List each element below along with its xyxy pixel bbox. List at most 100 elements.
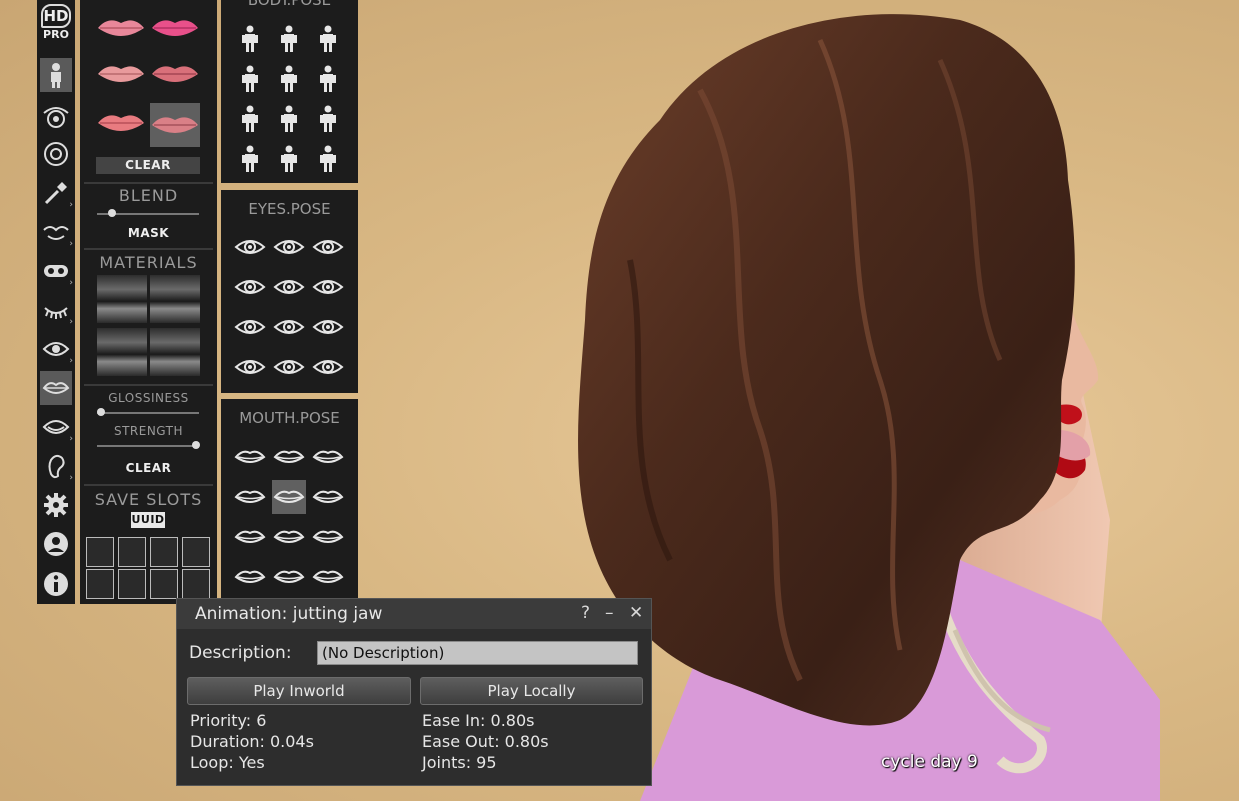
eye-tool-icon[interactable]: › bbox=[40, 332, 73, 366]
body-pose-icon-5[interactable] bbox=[272, 62, 306, 96]
mouth-pose-icon-7[interactable] bbox=[233, 520, 267, 554]
strength-label: STRENGTH bbox=[113, 424, 184, 438]
save-slot-8[interactable] bbox=[182, 569, 210, 599]
ease-in-value: Ease In: 0.80s bbox=[422, 711, 535, 730]
mask-tool-icon[interactable]: › bbox=[40, 254, 73, 288]
glossiness-slider-knob[interactable] bbox=[97, 408, 105, 416]
loop-value: Loop: Yes bbox=[190, 753, 265, 772]
body-pose-icon-12[interactable] bbox=[311, 142, 345, 176]
body-pose-icon-4[interactable] bbox=[233, 62, 267, 96]
info-icon[interactable] bbox=[40, 567, 72, 601]
strength-slider-track[interactable] bbox=[97, 445, 199, 447]
mouth-pose-icon-6[interactable] bbox=[311, 480, 345, 514]
face-tone-tool-icon[interactable] bbox=[40, 137, 72, 171]
description-label: Description: bbox=[189, 643, 292, 663]
floater-title: Animation: jutting jaw bbox=[195, 604, 383, 624]
lips-tool-icon[interactable] bbox=[40, 371, 72, 405]
logo-pro-text: PRO bbox=[43, 28, 69, 41]
mask-button[interactable]: MASK bbox=[80, 226, 217, 240]
body-pose-title: BODY.POSE bbox=[247, 0, 332, 9]
mouth-pose-icon-2[interactable] bbox=[272, 440, 306, 474]
profile-icon[interactable] bbox=[40, 527, 72, 561]
minimize-button[interactable]: – bbox=[605, 603, 614, 623]
mouth-pose-icon-1[interactable] bbox=[233, 440, 267, 474]
settings-gear-icon[interactable] bbox=[40, 488, 72, 522]
clear-materials-button[interactable]: CLEAR bbox=[80, 461, 217, 475]
lip-swatch-4[interactable] bbox=[150, 58, 200, 90]
save-slot-3[interactable] bbox=[150, 537, 178, 567]
save-slot-4[interactable] bbox=[182, 537, 210, 567]
glossiness-label: GLOSSINESS bbox=[108, 391, 189, 405]
lip-swatch-6-selected[interactable] bbox=[150, 103, 200, 147]
save-slot-2[interactable] bbox=[118, 537, 146, 567]
eye-pose-icon-8[interactable] bbox=[272, 310, 306, 344]
mouth-pose-icon-5[interactable] bbox=[272, 480, 306, 514]
eye-pose-icon-6[interactable] bbox=[311, 270, 345, 304]
material-tile-3[interactable] bbox=[97, 328, 147, 376]
glossiness-slider-track[interactable] bbox=[97, 412, 199, 414]
body-pose-icon-10[interactable] bbox=[233, 142, 267, 176]
save-slot-1[interactable] bbox=[86, 537, 114, 567]
mouth-pose-icon-9[interactable] bbox=[311, 520, 345, 554]
body-pose-icon-9[interactable] bbox=[311, 102, 345, 136]
save-slots-heading: SAVE SLOTS bbox=[94, 490, 203, 509]
body-pose-icon-6[interactable] bbox=[311, 62, 345, 96]
body-pose-icon-11[interactable] bbox=[272, 142, 306, 176]
play-inworld-button[interactable]: Play Inworld bbox=[187, 677, 411, 705]
eye-pose-icon-7[interactable] bbox=[233, 310, 267, 344]
description-input[interactable] bbox=[317, 641, 638, 665]
mouth-pose-icon-10[interactable] bbox=[233, 560, 267, 594]
eye-pose-icon-1[interactable] bbox=[233, 230, 267, 264]
cycle-day-label: cycle day 9 bbox=[881, 752, 978, 772]
eyelashes-tool-icon[interactable]: › bbox=[40, 293, 73, 327]
mouth-pose-icon-3[interactable] bbox=[311, 440, 345, 474]
body-pose-icon-2[interactable] bbox=[272, 22, 306, 56]
eyes-pose-title: EYES.POSE bbox=[248, 200, 331, 218]
clear-lips-button[interactable]: CLEAR bbox=[96, 157, 200, 174]
floater-titlebar[interactable]: Animation: jutting jaw ? – ✕ bbox=[177, 599, 651, 629]
material-tile-2[interactable] bbox=[150, 275, 200, 323]
save-slot-7[interactable] bbox=[150, 569, 178, 599]
body-pose-icon-8[interactable] bbox=[272, 102, 306, 136]
strength-slider-knob[interactable] bbox=[192, 441, 200, 449]
lip-swatch-5[interactable] bbox=[96, 107, 146, 139]
body-pose-icon-7[interactable] bbox=[233, 102, 267, 136]
help-button[interactable]: ? bbox=[581, 603, 590, 623]
material-tile-4[interactable] bbox=[150, 328, 200, 376]
mouth-pose-icon-12[interactable] bbox=[311, 560, 345, 594]
mouth-tool-icon[interactable]: › bbox=[40, 410, 73, 444]
eye-pose-icon-12[interactable] bbox=[311, 350, 345, 384]
save-slot-6[interactable] bbox=[118, 569, 146, 599]
hd-pro-logo[interactable]: HD PRO bbox=[39, 2, 73, 50]
body-pose-panel: BODY.POSE bbox=[221, 0, 358, 183]
hud-tool-strip: HD PRO › › › › › › › bbox=[37, 0, 75, 604]
lip-swatch-1[interactable] bbox=[96, 12, 146, 44]
body-pose-icon-1[interactable] bbox=[233, 22, 267, 56]
eye-pose-icon-5[interactable] bbox=[272, 270, 306, 304]
eye-pose-icon-4[interactable] bbox=[233, 270, 267, 304]
ear-tool-icon[interactable]: › bbox=[40, 449, 73, 483]
eye-pose-icon-10[interactable] bbox=[233, 350, 267, 384]
body-skin-tool-icon[interactable] bbox=[40, 58, 72, 92]
blend-slider-knob[interactable] bbox=[108, 209, 116, 217]
play-locally-button[interactable]: Play Locally bbox=[420, 677, 643, 705]
lip-swatch-2[interactable] bbox=[150, 12, 200, 44]
mouth-pose-icon-8[interactable] bbox=[272, 520, 306, 554]
lip-swatch-3[interactable] bbox=[96, 58, 146, 90]
uuid-button[interactable]: UUID bbox=[131, 512, 165, 528]
mouth-pose-icon-11[interactable] bbox=[272, 560, 306, 594]
material-tile-1[interactable] bbox=[97, 275, 147, 323]
eye-pose-icon-9[interactable] bbox=[311, 310, 345, 344]
eye-pose-icon-3[interactable] bbox=[311, 230, 345, 264]
animation-floater[interactable]: Animation: jutting jaw ? – ✕ Description… bbox=[176, 598, 652, 786]
eye-pose-icon-2[interactable] bbox=[272, 230, 306, 264]
save-slot-5[interactable] bbox=[86, 569, 114, 599]
close-button[interactable]: ✕ bbox=[629, 603, 643, 623]
mouth-pose-icon-4[interactable] bbox=[233, 480, 267, 514]
eye-pose-icon-11[interactable] bbox=[272, 350, 306, 384]
body-pose-icon-3[interactable] bbox=[311, 22, 345, 56]
eyedropper-icon[interactable]: › bbox=[40, 176, 73, 210]
logo-hd-text: HD bbox=[41, 4, 71, 28]
mustache-brow-tool-icon[interactable]: › bbox=[40, 215, 73, 249]
eye-makeup-tool-icon[interactable] bbox=[40, 100, 72, 134]
